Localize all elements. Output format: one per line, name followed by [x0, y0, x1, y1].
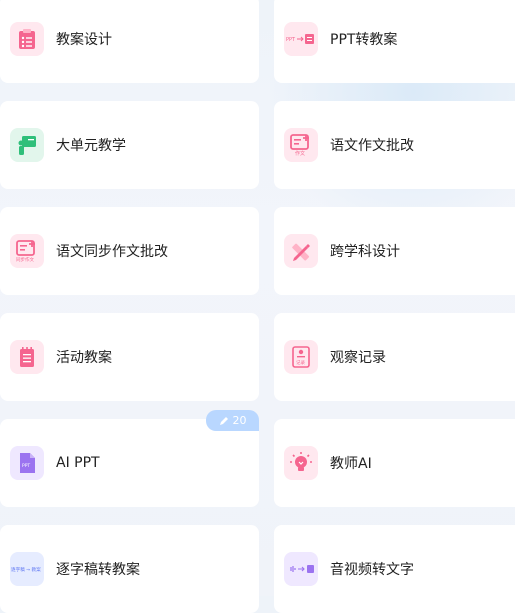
- card-label: 教师AI: [330, 456, 372, 472]
- card-label: 语文同步作文批改: [56, 244, 168, 260]
- notepad-icon: [10, 340, 44, 374]
- card-label: 大单元教学: [56, 138, 126, 154]
- badge-count: 20: [232, 414, 247, 427]
- card-ppt-to-lesson[interactable]: PPT PPT转教案: [274, 0, 515, 83]
- card-label: 音视频转文字: [330, 562, 414, 578]
- pencil-icon: [219, 416, 228, 425]
- lightbulb-icon: [284, 446, 318, 480]
- card-label: 逐字稿转教案: [56, 562, 140, 578]
- card-activity-plan[interactable]: 活动教案: [0, 313, 259, 401]
- ppt-file-icon: PPT: [10, 446, 44, 480]
- clipboard-list-icon: [10, 22, 44, 56]
- audio-to-text-icon: [284, 552, 318, 586]
- transcript-convert-icon: 逐字稿 → 教案: [10, 552, 44, 586]
- record-small-text: 记录: [296, 359, 305, 366]
- card-label: AI PPT: [56, 455, 100, 471]
- transcript-small-text: 逐字稿 → 教案: [11, 566, 41, 573]
- ppt-file-small-text: PPT: [22, 463, 30, 469]
- teacher-board-icon: [10, 128, 44, 162]
- ppt-convert-icon: PPT: [284, 22, 318, 56]
- card-label: 教案设计: [56, 32, 112, 48]
- essay-grading-icon: 作文: [284, 128, 318, 162]
- card-label: 活动教案: [56, 350, 112, 366]
- observation-record-icon: 记录: [284, 340, 318, 374]
- card-interdisciplinary[interactable]: 跨学科设计: [274, 207, 515, 295]
- card-observation[interactable]: 记录 观察记录: [274, 313, 515, 401]
- card-ai-ppt[interactable]: PPT AI PPT: [0, 419, 259, 507]
- card-label: 语文作文批改: [330, 138, 414, 154]
- card-transcript-to-plan[interactable]: 逐字稿 → 教案 逐字稿转教案: [0, 525, 259, 613]
- ruler-pencil-icon: [284, 234, 318, 268]
- ppt-small-text: PPT: [286, 37, 296, 43]
- card-sync-essay[interactable]: 同步作文 语文同步作文批改: [0, 207, 259, 295]
- card-av-to-text[interactable]: 音视频转文字: [274, 525, 515, 613]
- essay-small-text: 作文: [295, 150, 305, 157]
- card-teacher-ai[interactable]: 教师AI: [274, 419, 515, 507]
- sync-small-text: 同步作文: [16, 256, 34, 263]
- card-essay-grading[interactable]: 作文 语文作文批改: [274, 101, 515, 189]
- usage-count-badge: 20: [206, 410, 259, 431]
- card-label: 观察记录: [330, 350, 386, 366]
- card-label: PPT转教案: [330, 32, 398, 48]
- sync-essay-icon: 同步作文: [10, 234, 44, 268]
- card-label: 跨学科设计: [330, 244, 400, 260]
- card-lesson-design[interactable]: 教案设计: [0, 0, 259, 83]
- card-big-unit[interactable]: 大单元教学: [0, 101, 259, 189]
